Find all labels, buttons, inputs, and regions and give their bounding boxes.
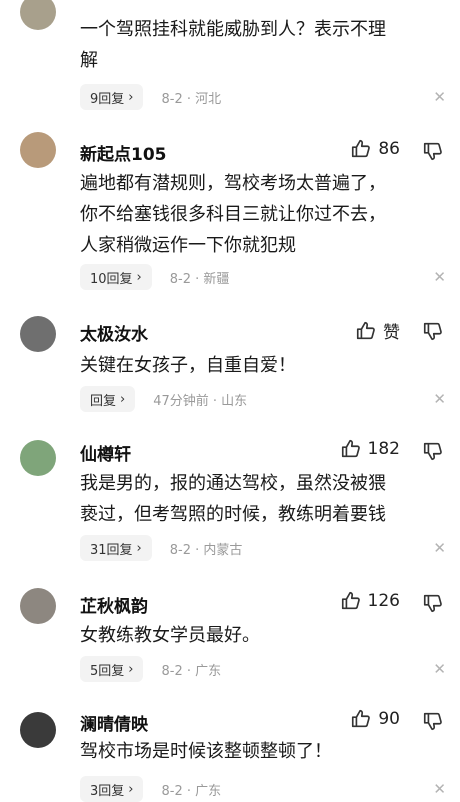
like-button[interactable]: 182 [340,438,400,460]
thumbs-down-icon[interactable] [422,710,444,732]
comment-text-line: 你不给塞钱很多科目三就让你过不去， [80,204,386,225]
comment-text: 一个驾照挂科就能威胁到人？表示不理 解 [80,14,450,76]
close-icon[interactable]: ✕ [433,780,446,798]
close-icon[interactable]: ✕ [433,268,446,286]
reply-button[interactable]: 10回复 › [80,264,152,290]
comment-footer: 回复 › 47分钟前 · 山东 [80,386,247,412]
like-count: 182 [367,439,400,459]
avatar[interactable] [20,440,56,476]
chevron-right-icon: › [136,540,142,556]
comment-text: 驾校市场是时候该整顿整顿了！ [80,736,450,767]
comment-meta: 8-2 · 新疆 [169,271,230,287]
comment-meta: 8-2 · 河北 [161,91,222,107]
comment-meta: 8-2 · 内蒙古 [169,542,243,558]
chevron-right-icon: › [128,781,134,797]
like-button[interactable]: 90 [350,708,400,730]
chevron-right-icon: › [128,661,134,677]
comment-text: 遍地都有潜规则，驾校考场太普遍了， 你不给塞钱很多科目三就让你过不去， 人家稍微… [80,168,450,261]
reply-button[interactable]: 5回复 › [80,656,144,682]
comment-item: 新起点105 86 遍地都有潜规则，驾校考场太普遍了， 你不给塞钱很多科目三就让… [0,120,460,300]
comment-text-line: 一个驾照挂科就能威胁到人？表示不理 [80,19,386,40]
comment-text: 女教练教女学员最好。 [80,620,450,651]
comment-text-line: 驾校市场是时候该整顿整顿了！ [80,741,332,762]
comment-text-line: 我是男的，报的通达驾校，虽然没被猥 [80,473,386,494]
close-icon[interactable]: ✕ [433,88,446,106]
comment-footer: 10回复 › 8-2 · 新疆 [80,264,229,290]
thumbs-up-icon [356,321,375,339]
comment-meta: 8-2 · 广东 [161,663,222,679]
thumbs-up-icon [341,439,360,458]
like-button[interactable]: 126 [340,590,400,612]
avatar[interactable] [20,0,56,30]
comment-meta: 47分钟前 · 山东 [153,393,248,409]
like-button[interactable]: 赞 [355,318,400,343]
thumbs-down-icon[interactable] [422,320,444,342]
thumbs-down-icon[interactable] [422,592,444,614]
reply-label: 回复 [90,393,117,409]
comment-item: 澜晴倩映 90 驾校市场是时候该整顿整顿了！ 3回复 › 8-2 · 广东 ✕ [0,690,460,802]
like-count: 赞 [383,323,400,343]
reply-button[interactable]: 回复 › [80,386,136,412]
like-count: 86 [378,139,400,159]
like-count: 126 [367,591,400,611]
close-icon[interactable]: ✕ [433,539,446,557]
avatar[interactable] [20,588,56,624]
chevron-right-icon: › [120,391,126,407]
comment-text: 关键在女孩子，自重自爱！ [80,350,450,381]
reply-button[interactable]: 31回复 › [80,535,152,561]
close-icon[interactable]: ✕ [433,660,446,678]
thumbs-up-icon [352,139,371,158]
reply-button[interactable]: 9回复 › [80,84,144,110]
username[interactable]: 太极汝水 [80,320,148,345]
reply-button[interactable]: 3回复 › [80,776,144,802]
comment-text-line: 女教练教女学员最好。 [80,625,260,646]
username[interactable]: 新起点105 [80,140,167,165]
comment-footer: 31回复 › 8-2 · 内蒙古 [80,535,242,561]
like-button[interactable]: 86 [350,138,400,160]
thumbs-down-icon[interactable] [422,140,444,162]
comment-item: 仙樽轩 182 我是男的，报的通达驾校，虽然没被猥 亵过，但考驾照的时候，教练明… [0,420,460,572]
comment-text-line: 遍地都有潜规则，驾校考场太普遍了， [80,173,386,194]
comment-text-line: 亵过，但考驾照的时候，教练明着要钱 [80,504,386,525]
username[interactable]: 芷秋枫韵 [80,592,148,617]
comment-footer: 3回复 › 8-2 · 广东 [80,776,221,802]
reply-label: 9回复 [90,91,125,107]
avatar[interactable] [20,316,56,352]
comment-text: 我是男的，报的通达驾校，虽然没被猥 亵过，但考驾照的时候，教练明着要钱 [80,468,450,530]
reply-label: 3回复 [90,783,125,799]
comment-text-line: 人家稍微运作一下你就犯规 [80,235,296,256]
reply-label: 10回复 [90,271,133,287]
comment-footer: 5回复 › 8-2 · 广东 [80,656,221,682]
chevron-right-icon: › [128,89,134,105]
chevron-right-icon: › [136,269,142,285]
comment-text-line: 关键在女孩子，自重自爱！ [80,355,296,376]
comment-footer: 9回复 › 8-2 · 河北 [80,84,221,110]
avatar[interactable] [20,712,56,748]
thumbs-up-icon [352,709,371,728]
comment-text-line: 解 [80,50,98,71]
username[interactable]: 澜晴倩映 [80,710,148,735]
reply-label: 5回复 [90,663,125,679]
username[interactable]: 仙樽轩 [80,440,131,465]
avatar[interactable] [20,132,56,168]
comment-meta: 8-2 · 广东 [161,783,222,799]
close-icon[interactable]: ✕ [433,390,446,408]
like-count: 90 [378,709,400,729]
comment-item: 一个驾照挂科就能威胁到人？表示不理 解 9回复 › 8-2 · 河北 ✕ [0,0,460,120]
thumbs-up-icon [341,591,360,610]
comment-item: 太极汝水 赞 关键在女孩子，自重自爱！ 回复 › 47分钟前 · 山东 ✕ [0,300,460,420]
reply-label: 31回复 [90,542,133,558]
thumbs-down-icon[interactable] [422,440,444,462]
comment-item: 芷秋枫韵 126 女教练教女学员最好。 5回复 › 8-2 · 广东 ✕ [0,572,460,690]
